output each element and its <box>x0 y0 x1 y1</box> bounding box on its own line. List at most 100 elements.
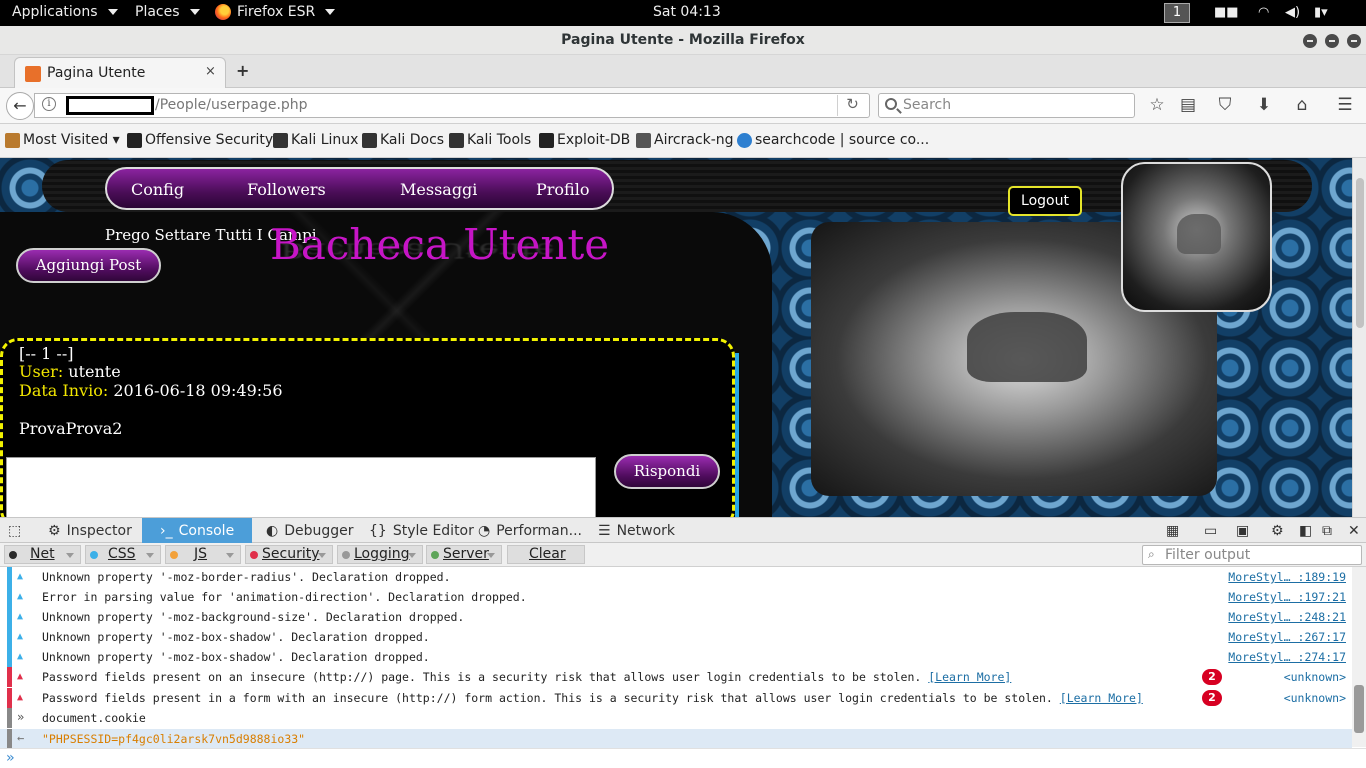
layout-icon[interactable]: ▦ <box>1166 518 1179 543</box>
filter-server[interactable]: Server <box>426 545 502 564</box>
bookmark-aircrack-ng[interactable]: Aircrack-ng <box>636 132 734 148</box>
filter-label: Server <box>443 546 489 562</box>
nav-link-profilo[interactable]: Profilo <box>536 180 589 199</box>
message-location[interactable]: MoreStyl… :267:17 <box>1228 630 1346 644</box>
bookmark-label: Kali Tools <box>467 132 532 148</box>
pocket-icon[interactable]: ⛉ <box>1214 95 1236 115</box>
clear-button[interactable]: Clear <box>507 545 585 564</box>
learn-more-link[interactable]: [Learn More] <box>928 670 1011 684</box>
bookmark-label: Offensive Security <box>145 132 274 148</box>
applications-menu[interactable]: Applications <box>12 4 118 20</box>
bookmark-kali-docs[interactable]: Kali Docs <box>362 132 444 148</box>
close-window-button[interactable] <box>1347 34 1361 48</box>
responsive-icon[interactable]: ▣ <box>1236 518 1249 543</box>
pick-element-icon[interactable]: ⬚ <box>8 518 28 543</box>
menu-icon[interactable]: ☰ <box>1334 95 1356 115</box>
url-path: /People/userpage.php <box>155 97 308 113</box>
info-icon[interactable]: i <box>42 97 56 111</box>
bookmark-kali-linux[interactable]: Kali Linux <box>273 132 358 148</box>
console-input[interactable]: » <box>0 748 1366 768</box>
video-icon[interactable]: ■■ <box>1214 5 1239 20</box>
reading-list-icon[interactable]: ▤ <box>1177 95 1199 115</box>
firefox-app-menu[interactable]: Firefox ESR <box>215 4 336 20</box>
clock[interactable]: Sat 04:13 <box>653 4 721 20</box>
wifi-icon[interactable]: ◠ <box>1258 5 1269 20</box>
new-tab-button[interactable]: + <box>236 61 249 80</box>
back-button[interactable]: ← <box>6 92 34 120</box>
avatar[interactable] <box>1121 162 1272 312</box>
warning-icon: ▲ <box>17 631 24 642</box>
filter-label: Net <box>30 546 55 562</box>
volume-icon[interactable]: ◀) <box>1285 5 1300 20</box>
logout-button[interactable]: Logout <box>1008 186 1082 216</box>
post-body: ProvaProva2 <box>19 419 123 438</box>
chevron-down-icon <box>146 553 154 558</box>
reply-button[interactable]: Rispondi <box>614 454 720 489</box>
page-title: Bacheca Utente <box>270 220 610 269</box>
filter-logging[interactable]: Logging <box>337 545 423 564</box>
page-scrollbar[interactable] <box>1352 158 1366 517</box>
workspace-indicator[interactable]: 1 <box>1164 3 1190 23</box>
reload-icon[interactable]: ↻ <box>837 95 867 116</box>
downloads-icon[interactable]: ⬇ <box>1253 95 1275 115</box>
bookmark-searchcode[interactable]: searchcode | source co... <box>737 132 929 148</box>
message-location[interactable]: MoreStyl… :274:17 <box>1228 650 1346 664</box>
security-category-bar <box>7 667 12 687</box>
battery-icon[interactable]: ▮▾ <box>1314 5 1328 20</box>
tab-pagina-utente[interactable]: Pagina Utente × <box>14 57 226 88</box>
maximize-button[interactable] <box>1325 34 1339 48</box>
nav-link-followers[interactable]: Followers <box>247 180 326 199</box>
logging-dot <box>342 551 350 559</box>
scrollbar-thumb[interactable] <box>1356 178 1364 328</box>
tab-style-editor[interactable]: {} Style Editor <box>369 518 474 543</box>
home-icon[interactable]: ⌂ <box>1291 95 1313 115</box>
scrollbar-thumb[interactable] <box>1354 685 1364 733</box>
tab-network[interactable]: ☰ Network <box>598 518 675 543</box>
reply-textarea[interactable] <box>6 457 596 517</box>
bookmark-exploit-db[interactable]: Exploit-DB <box>539 132 630 148</box>
warning-icon: ▲ <box>17 611 24 622</box>
warning-icon: ▲ <box>17 671 24 682</box>
undock-icon[interactable]: ⧉ <box>1322 518 1332 543</box>
split-console-icon[interactable]: ▭ <box>1204 518 1217 543</box>
search-input[interactable]: Search <box>878 93 1135 118</box>
tab-console[interactable]: ›_ Console <box>142 518 252 543</box>
filter-security[interactable]: Security <box>245 545 333 564</box>
nav-link-config[interactable]: Config <box>131 180 184 199</box>
url-bar[interactable]: i /People/userpage.php ↻ <box>34 93 870 118</box>
minimize-button[interactable] <box>1303 34 1317 48</box>
chevron-down-icon <box>487 553 495 558</box>
bookmark-most-visited[interactable]: Most Visited ▾ <box>5 132 120 148</box>
filter-output-input[interactable]: Filter output <box>1142 545 1362 565</box>
filter-label: JS <box>194 546 208 562</box>
nav-link-messaggi[interactable]: Messaggi <box>400 180 477 199</box>
filter-net[interactable]: Net <box>4 545 81 564</box>
learn-more-link[interactable]: [Learn More] <box>1060 691 1143 705</box>
filter-css[interactable]: CSS <box>85 545 161 564</box>
dock-side-icon[interactable]: ◧ <box>1299 518 1312 543</box>
bookmark-offensive-security[interactable]: Offensive Security <box>127 132 273 148</box>
message-location[interactable]: MoreStyl… :189:19 <box>1228 570 1346 584</box>
tab-debugger[interactable]: ◐ Debugger <box>266 518 354 543</box>
chevron-down-icon <box>325 9 336 15</box>
filter-js[interactable]: JS <box>165 545 241 564</box>
tab-performance[interactable]: ◔ Performan... <box>478 518 582 543</box>
search-icon: ⌕ <box>1148 547 1155 561</box>
bookmark-star-icon[interactable]: ☆ <box>1146 95 1168 115</box>
aircrack-icon <box>636 132 651 148</box>
message-location[interactable]: MoreStyl… :248:21 <box>1228 610 1346 624</box>
close-tab-icon[interactable]: × <box>205 64 216 79</box>
security-dot <box>250 551 258 559</box>
message-location[interactable]: MoreStyl… :197:21 <box>1228 590 1346 604</box>
console-message: ▲ Unknown property '-moz-border-radius'. … <box>0 567 1352 587</box>
settings-gear-icon[interactable]: ⚙ <box>1271 518 1284 543</box>
console-scrollbar[interactable] <box>1352 567 1366 747</box>
firefox-label: Firefox ESR <box>237 4 316 20</box>
tab-label: Network <box>616 522 676 539</box>
places-menu[interactable]: Places <box>135 4 200 20</box>
close-devtools-icon[interactable]: ✕ <box>1348 518 1360 543</box>
bookmark-kali-tools[interactable]: Kali Tools <box>449 132 531 148</box>
console-message: ▲ Unknown property '-moz-box-shadow'. Dec… <box>0 647 1352 667</box>
tab-inspector[interactable]: ⚙ Inspector <box>48 518 132 543</box>
add-post-button[interactable]: Aggiungi Post <box>16 248 161 283</box>
